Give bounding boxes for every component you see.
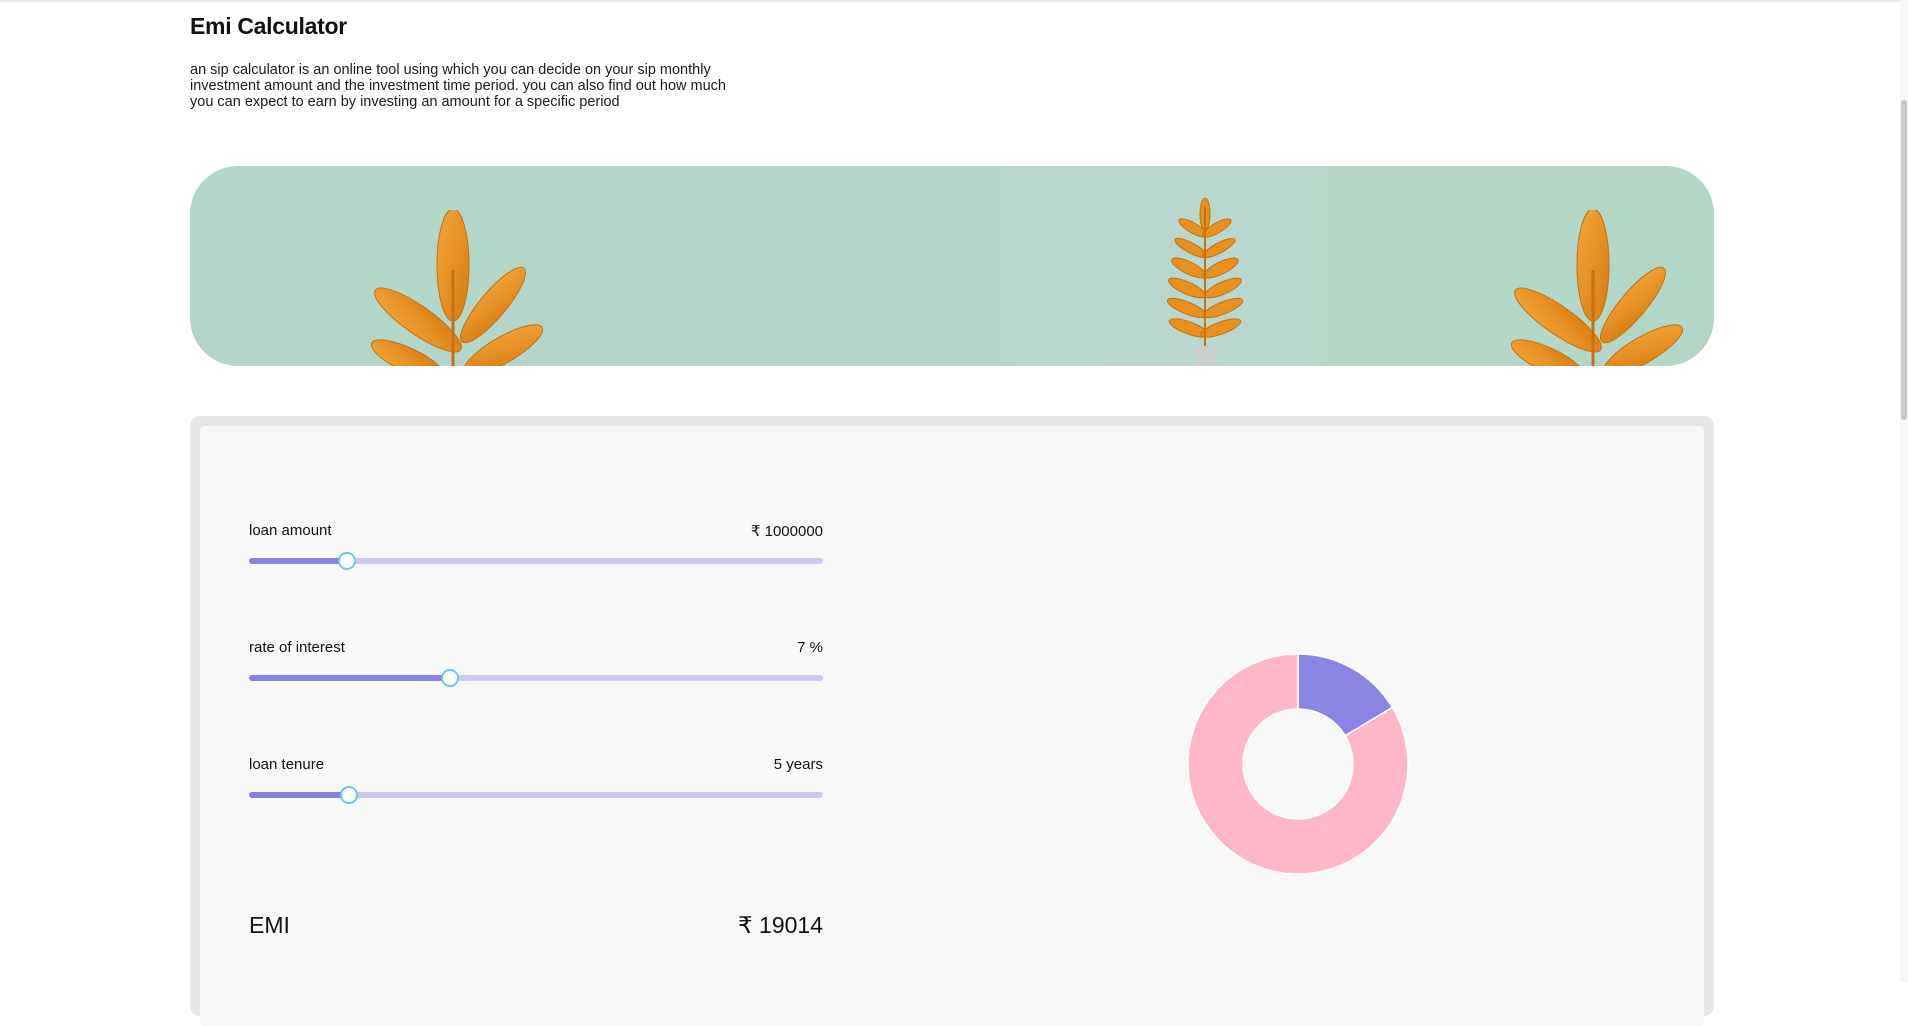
page-description: an sip calculator is an online tool usin… <box>190 62 726 110</box>
hero-banner <box>190 166 1714 366</box>
leaf-plant-right-icon <box>1510 210 1684 366</box>
loan-tenure-label: loan tenure <box>249 756 325 773</box>
page-title: Emi Calculator <box>190 13 347 39</box>
emi-value: ₹ 19014 <box>738 912 823 938</box>
loan-tenure-slider[interactable] <box>249 786 823 804</box>
slider-thumb[interactable] <box>337 552 356 570</box>
slider-fill <box>249 792 350 798</box>
emi-label: EMI <box>249 912 290 938</box>
loan-amount-value: ₹ 1000000 <box>750 523 823 540</box>
leaf-plant-middle-icon <box>1166 197 1244 366</box>
rate-of-interest-label: rate of interest <box>249 639 345 656</box>
leaf-plant-left-icon <box>370 210 544 366</box>
slider-thumb[interactable] <box>440 669 459 687</box>
slider-thumb[interactable] <box>340 786 359 804</box>
loan-amount-slider[interactable] <box>249 552 823 570</box>
loan-amount-label: loan amount <box>249 522 332 539</box>
emi-donut-chart <box>1178 644 1418 884</box>
vertical-scrollbar[interactable] <box>1900 0 1908 982</box>
rate-of-interest-value: 7 % <box>797 639 823 656</box>
donut-chart-svg <box>1187 653 1409 875</box>
top-border <box>0 0 1908 2</box>
slider-fill <box>249 558 347 564</box>
calculator-card: loan amount ₹ 1000000 rate of interest 7… <box>190 416 1714 1026</box>
calculator-panel: loan amount ₹ 1000000 rate of interest 7… <box>200 426 1704 1026</box>
slider-fill <box>249 675 450 681</box>
rate-of-interest-slider[interactable] <box>249 669 823 687</box>
scrollbar-thumb[interactable] <box>1901 100 1907 420</box>
loan-tenure-value: 5 years <box>773 756 823 773</box>
